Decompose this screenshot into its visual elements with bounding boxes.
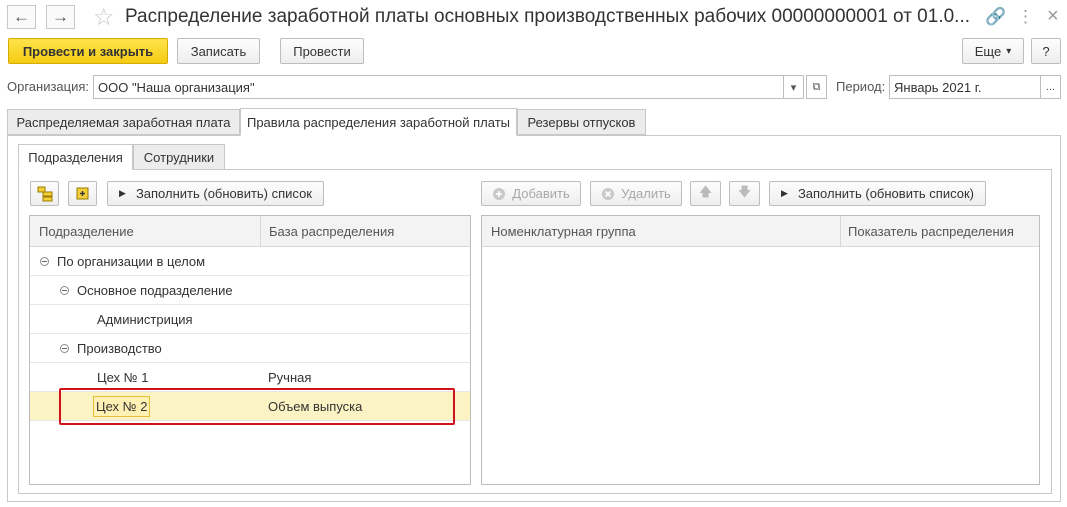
expand-all-button[interactable] [30, 181, 59, 206]
post-button-label: Провести [293, 43, 351, 59]
period-select-button[interactable]: ... [1040, 75, 1061, 99]
window-title: Распределение заработной платы основных … [125, 6, 970, 27]
collapse-icon[interactable] [60, 343, 69, 353]
post-button[interactable]: Провести [280, 38, 364, 64]
more-icon[interactable]: ⋮ [1017, 7, 1034, 27]
arrow-right-icon: → [52, 7, 69, 26]
open-icon: ⧉ [812, 80, 821, 93]
table-header: Номенклатурная группа Показатель распред… [482, 216, 1039, 247]
collapse-icon[interactable] [60, 285, 69, 295]
nomenclature-table: Номенклатурная группа Показатель распред… [481, 215, 1040, 485]
post-and-close-button[interactable]: Провести и закрыть [8, 38, 168, 64]
department-name: Администриция [97, 311, 193, 327]
fill-right-list-button[interactable]: ▶ Заполнить (обновить список) [769, 181, 986, 206]
table-row[interactable]: По организации в целом [30, 247, 470, 276]
chevron-down-icon: ▾ [1006, 45, 1012, 57]
tab-departments[interactable]: Подразделения [18, 144, 133, 170]
collapse-all-button[interactable] [68, 181, 97, 206]
arrow-up-icon: 🡅 [698, 183, 713, 199]
table-row[interactable]: Производство [30, 334, 470, 363]
table-row[interactable]: Основное подразделение [30, 276, 470, 305]
add-button[interactable]: Добавить [481, 181, 581, 206]
delete-icon [602, 187, 615, 200]
link-icon[interactable]: 🔗 [985, 7, 1006, 27]
column-header-nomenclature-group[interactable]: Номенклатурная группа [484, 216, 636, 246]
column-header-distribution-base[interactable]: База распределения [262, 216, 394, 246]
period-label: Период: [836, 79, 886, 94]
move-down-button[interactable]: 🡇 [729, 181, 760, 206]
star-icon[interactable]: ☆ [93, 3, 115, 32]
delete-button-label: Удалить [621, 186, 671, 201]
organization-open-button[interactable]: ⧉ [806, 75, 827, 99]
arrow-left-icon: ← [13, 7, 30, 26]
organization-field[interactable]: ООО "Наша организация" [93, 75, 784, 99]
play-icon: ▶ [119, 188, 126, 198]
arrow-down-icon: 🡇 [737, 183, 752, 199]
department-name: Производство [77, 340, 162, 356]
tab-vacation-reserves[interactable]: Резервы отпусков [517, 109, 646, 135]
department-name: Основное подразделение [77, 282, 233, 298]
collapse-tree-icon [76, 187, 88, 199]
table-row[interactable]: Администриция [30, 305, 470, 334]
highlight-frame [59, 388, 455, 425]
close-icon[interactable]: × [1047, 5, 1059, 28]
add-button-label: Добавить [512, 186, 570, 201]
save-button[interactable]: Записать [177, 38, 260, 64]
back-button[interactable]: ← [7, 5, 36, 29]
delete-button[interactable]: Удалить [590, 181, 682, 206]
column-header-distribution-indicator[interactable]: Показатель распределения [841, 216, 1014, 246]
fill-list-button[interactable]: ▶ Заполнить (обновить) список [107, 181, 324, 206]
organization-dropdown-button[interactable]: ▾ [783, 75, 804, 99]
department-name: Цех № 1 [97, 369, 149, 385]
move-up-button[interactable]: 🡅 [690, 181, 721, 206]
play-icon: ▶ [781, 188, 788, 198]
fill-right-list-label: Заполнить (обновить список) [797, 186, 974, 201]
title-bar: ← → ☆ Распределение заработной платы осн… [0, 0, 1067, 34]
expand-tree-icon [37, 186, 52, 201]
collapse-icon[interactable] [40, 256, 49, 266]
tab-distribution-rules[interactable]: Правила распределения заработной платы [240, 108, 517, 136]
add-icon [493, 187, 506, 200]
chevron-down-icon: ▾ [790, 81, 797, 94]
department-name: По организации в целом [57, 253, 206, 269]
table-header: Подразделение База распределения [30, 216, 470, 247]
help-button[interactable]: ? [1031, 38, 1061, 64]
distribution-base: Ручная [268, 369, 312, 385]
more-button[interactable]: Еще ▾ [962, 38, 1024, 64]
more-button-label: Еще [974, 43, 1002, 59]
column-header-department[interactable]: Подразделение [32, 216, 134, 246]
period-field[interactable]: Январь 2021 г. [889, 75, 1041, 99]
forward-button[interactable]: → [46, 5, 75, 29]
fill-list-label: Заполнить (обновить) список [135, 186, 312, 201]
tab-employees[interactable]: Сотрудники [133, 144, 225, 170]
tab-distributed-salary[interactable]: Распределяемая заработная плата [7, 109, 240, 135]
departments-table: Подразделение База распределения По орга… [29, 215, 471, 485]
organization-label: Организация: [7, 79, 90, 94]
